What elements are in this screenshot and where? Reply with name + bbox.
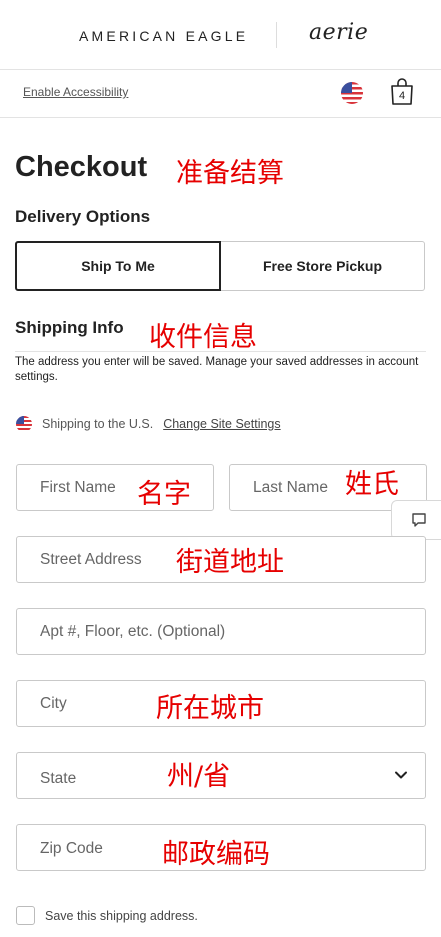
state-placeholder: State	[40, 769, 77, 787]
zip-code-annotation: 邮政编码	[162, 839, 270, 870]
enable-accessibility-link[interactable]: Enable Accessibility	[23, 85, 128, 99]
title-annotation: 准备结算	[176, 158, 284, 189]
address-info-text: The address you enter will be saved. Man…	[15, 356, 419, 383]
section-divider	[15, 351, 426, 352]
last-name-placeholder: Last Name	[253, 478, 328, 496]
site-header: AMERICAN EAGLE aerie	[0, 0, 441, 70]
save-address-checkbox[interactable]	[16, 906, 35, 925]
street-address-annotation: 街道地址	[176, 547, 284, 578]
state-annotation: 州/省	[167, 761, 231, 792]
free-store-pickup-button[interactable]: Free Store Pickup	[221, 241, 425, 291]
apt-floor-field[interactable]: Apt #, Floor, etc. (Optional)	[16, 608, 426, 655]
help-chat-tab[interactable]	[391, 500, 441, 540]
city-placeholder: City	[40, 694, 67, 712]
city-annotation: 所在城市	[156, 693, 264, 724]
chevron-down-icon	[395, 771, 407, 779]
change-site-settings-link[interactable]: Change Site Settings	[163, 417, 280, 431]
brand-divider	[276, 22, 277, 48]
first-name-placeholder: First Name	[40, 478, 116, 496]
us-flag-small-icon	[16, 416, 32, 432]
shipping-location-row: Shipping to the U.S. Change Site Setting…	[16, 416, 281, 432]
apt-floor-placeholder: Apt #, Floor, etc. (Optional)	[40, 622, 226, 640]
shipping-info-annotation: 收件信息	[149, 322, 257, 353]
save-address-label[interactable]: Save this shipping address.	[45, 909, 198, 923]
page-title: Checkout	[15, 151, 148, 183]
american-eagle-logo[interactable]: AMERICAN EAGLE	[79, 28, 248, 44]
chat-bubble-icon	[412, 513, 426, 527]
ship-to-me-button[interactable]: Ship To Me	[15, 241, 221, 291]
us-flag-icon[interactable]	[341, 82, 363, 104]
delivery-options-heading: Delivery Options	[15, 207, 151, 226]
last-name-annotation: 姓氏	[345, 469, 399, 500]
shipping-location-text: Shipping to the U.S.	[42, 417, 154, 431]
shipping-info-heading: Shipping Info	[15, 318, 124, 337]
zip-code-placeholder: Zip Code	[40, 839, 103, 857]
utility-bar: Enable Accessibility	[0, 70, 441, 118]
bag-count-badge: 4	[398, 90, 406, 102]
aerie-logo[interactable]: aerie	[309, 20, 368, 45]
first-name-annotation: 名字	[137, 479, 191, 510]
street-address-placeholder: Street Address	[40, 550, 142, 568]
